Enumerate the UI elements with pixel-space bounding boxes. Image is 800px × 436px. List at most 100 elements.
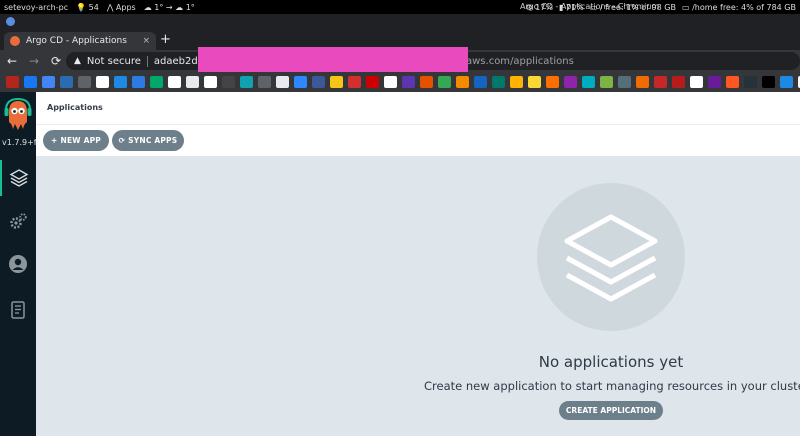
disk-home-indicator: ▭ /home free: 4% of 784 GB (681, 2, 796, 12)
cloud-icon: ☁ (175, 2, 184, 12)
bookmark-favicon-icon[interactable] (564, 76, 577, 88)
bookmark-favicon-icon[interactable] (456, 76, 469, 88)
bookmark-favicon-icon[interactable] (546, 76, 559, 88)
bookmark-favicon-icon[interactable] (636, 76, 649, 88)
bookmark-favicon-icon[interactable] (708, 76, 721, 88)
window-title: Argo CD - Applications - Chromium (520, 2, 660, 11)
updates-indicator[interactable]: 💡 54 (76, 3, 99, 12)
apps-menu[interactable]: ⋀ Apps (107, 3, 136, 12)
sync-apps-button[interactable]: ⟳ SYNC APPS (112, 130, 184, 151)
bookmark-favicon-icon[interactable] (762, 76, 775, 88)
empty-state-title: No applications yet (538, 353, 684, 371)
weather-icon: ☁ (143, 2, 152, 12)
warning-icon[interactable]: ▲ (74, 56, 81, 66)
bookmark-favicon-icon[interactable] (384, 76, 397, 88)
version-label: v1.7.9+f (2, 138, 37, 147)
back-arrow-icon[interactable]: ← (6, 54, 18, 68)
layers-icon (564, 214, 658, 302)
bookmark-favicon-icon[interactable] (24, 76, 37, 88)
weather-indicator: ☁ 1° → ☁ 1° (143, 2, 195, 12)
sidebar-item-user-info[interactable] (0, 246, 36, 282)
not-secure-label[interactable]: Not secure (87, 56, 141, 67)
bookmark-favicon-icon[interactable] (510, 76, 523, 88)
bookmark-favicon-icon[interactable] (402, 76, 415, 88)
sidebar-item-applications[interactable] (0, 160, 36, 196)
divider (146, 55, 148, 67)
reload-icon[interactable]: ⟳ (50, 54, 62, 68)
bookmark-favicon-icon[interactable] (186, 76, 199, 88)
argo-favicon-icon (10, 36, 20, 46)
browser-frame-top (0, 14, 800, 30)
bookmark-favicon-icon[interactable] (744, 76, 757, 88)
bookmarks-bar (0, 72, 800, 92)
empty-state-illustration (537, 183, 685, 331)
lightbulb-icon: 💡 (76, 2, 87, 12)
bookmark-favicon-icon[interactable] (618, 76, 631, 88)
redaction-box (198, 47, 468, 73)
new-tab-button[interactable]: + (160, 33, 171, 47)
sidebar-item-settings[interactable] (0, 204, 36, 240)
document-icon (11, 301, 25, 319)
bookmark-favicon-icon[interactable] (654, 76, 667, 88)
url-route: /applications (510, 55, 574, 67)
url-domain: aws.com (466, 55, 511, 67)
bookmark-favicon-icon[interactable] (312, 76, 325, 88)
bookmark-favicon-icon[interactable] (582, 76, 595, 88)
main-content: Applications + NEW APP ⟳ SYNC APPS No ap… (36, 92, 800, 436)
new-app-button[interactable]: + NEW APP (43, 130, 109, 151)
bookmark-favicon-icon[interactable] (528, 76, 541, 88)
bookmark-favicon-icon[interactable] (60, 76, 73, 88)
bookmark-favicon-icon[interactable] (240, 76, 253, 88)
disk-icon: ▭ (681, 2, 690, 12)
os-top-bar: setevoy-arch-pc 💡 54 ⋀ Apps ☁ 1° → ☁ 1° … (0, 0, 800, 14)
bookmark-favicon-icon[interactable] (600, 76, 613, 88)
bookmark-favicon-icon[interactable] (726, 76, 739, 88)
close-tab-icon[interactable]: × (142, 36, 150, 46)
argo-octopus-logo-icon[interactable] (4, 98, 32, 134)
bookmark-favicon-icon[interactable] (420, 76, 433, 88)
bookmark-favicon-icon[interactable] (96, 76, 109, 88)
bookmark-favicon-icon[interactable] (222, 76, 235, 88)
sync-apps-label: SYNC APPS (128, 136, 178, 145)
bookmark-favicon-icon[interactable] (474, 76, 487, 88)
bookmark-favicon-icon[interactable] (168, 76, 181, 88)
empty-state-description: Create new application to start managing… (424, 379, 800, 393)
bookmark-favicon-icon[interactable] (438, 76, 451, 88)
bookmark-favicon-icon[interactable] (6, 76, 19, 88)
bookmark-favicon-icon[interactable] (348, 76, 361, 88)
bookmark-favicon-icon[interactable] (42, 76, 55, 88)
bookmark-favicon-icon[interactable] (672, 76, 685, 88)
layers-icon (9, 169, 29, 187)
bookmark-favicon-icon[interactable] (258, 76, 271, 88)
bookmark-favicon-icon[interactable] (780, 76, 793, 88)
sync-icon: ⟳ (118, 136, 126, 145)
bookmark-favicon-icon[interactable] (690, 76, 703, 88)
bookmark-favicon-icon[interactable] (366, 76, 379, 88)
bookmark-favicon-icon[interactable] (150, 76, 163, 88)
bookmark-favicon-icon[interactable] (204, 76, 217, 88)
sidebar-item-docs[interactable] (0, 292, 36, 328)
forward-arrow-icon[interactable]: → (28, 54, 40, 68)
url-path: aws.com/applications (466, 56, 574, 67)
bookmark-favicon-icon[interactable] (492, 76, 505, 88)
create-application-button[interactable]: CREATE APPLICATION (559, 401, 663, 420)
action-bar: + NEW APP ⟳ SYNC APPS (36, 125, 800, 156)
plus-icon: + (51, 136, 58, 145)
bookmark-favicon-icon[interactable] (114, 76, 127, 88)
bookmark-favicon-icon[interactable] (78, 76, 91, 88)
hostname: setevoy-arch-pc (4, 2, 69, 12)
tab-argo-applications[interactable]: Argo CD - Applications × (4, 32, 156, 50)
bookmark-favicon-icon[interactable] (132, 76, 145, 88)
caret-up-icon: ⋀ (106, 2, 114, 12)
chromium-icon[interactable] (6, 17, 15, 26)
bookmark-favicon-icon[interactable] (294, 76, 307, 88)
page-title: Applications (47, 103, 103, 112)
user-icon (9, 255, 27, 273)
page-header: Applications (36, 92, 800, 125)
gears-icon (10, 213, 27, 229)
bookmark-favicon-icon[interactable] (276, 76, 289, 88)
new-app-label: NEW APP (60, 136, 101, 145)
tab-title: Argo CD - Applications (26, 36, 127, 46)
argo-sidebar: v1.7.9+f (0, 92, 37, 436)
bookmark-favicon-icon[interactable] (330, 76, 343, 88)
